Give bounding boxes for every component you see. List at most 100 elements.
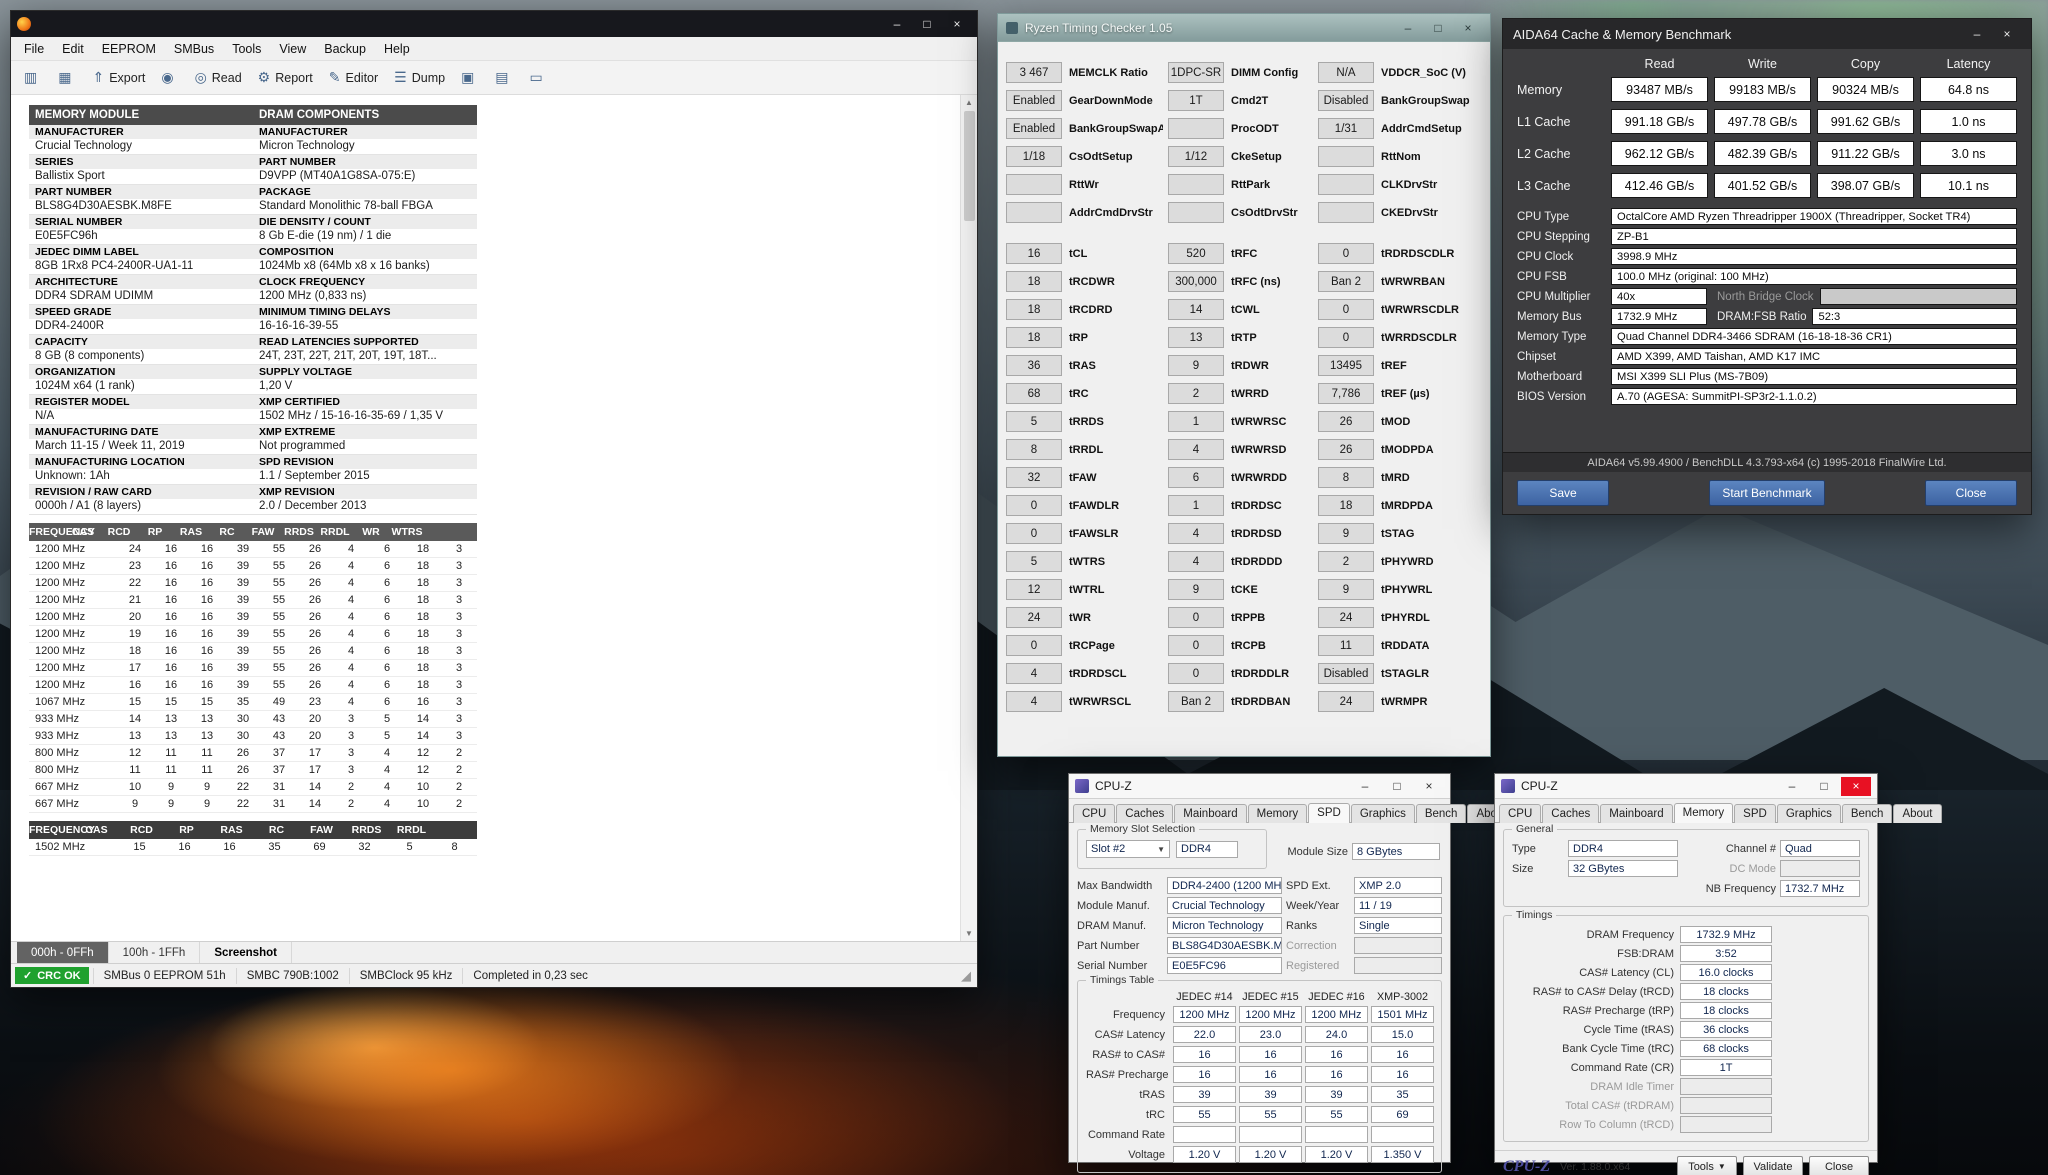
tab[interactable]: Memory (1674, 803, 1734, 823)
resize-grip[interactable]: ◢ (961, 968, 973, 984)
tab[interactable]: Caches (1116, 804, 1173, 823)
tab[interactable]: Graphics (1351, 804, 1415, 823)
timing-value (1680, 1097, 1772, 1114)
menu-item[interactable]: Tools (223, 39, 270, 59)
aida-titlebar[interactable]: AIDA64 Cache & Memory Benchmark – × (1503, 19, 2031, 49)
maximize-button[interactable]: □ (1424, 19, 1452, 37)
tab[interactable]: CPU (1499, 804, 1541, 823)
minimize-button[interactable]: – (883, 15, 911, 33)
close-button[interactable]: × (1454, 19, 1482, 37)
timing-column-header: JEDEC #15 (1239, 991, 1302, 1003)
timing-label: tRPPB (1229, 612, 1313, 624)
slot-select-dropdown[interactable]: Slot #2 ▼ (1086, 840, 1170, 858)
toolbar-button[interactable]: ⚙ Report (251, 65, 320, 90)
toolbar-button[interactable]: ▤ (488, 65, 520, 90)
rtc-titlebar[interactable]: Ryzen Timing Checker 1.05 – □ × (998, 14, 1490, 42)
property-value: 1024M x64 (1 rank) (29, 379, 253, 394)
toolbar-label: Editor (346, 71, 379, 85)
tab[interactable]: SPD (1308, 803, 1350, 823)
minimize-button[interactable]: – (1394, 19, 1422, 37)
maximize-button[interactable]: □ (913, 15, 941, 33)
close-button[interactable]: Close (1809, 1156, 1869, 1175)
maximize-button[interactable]: □ (1809, 777, 1839, 796)
timing-label: RAS# to CAS# Delay (tRCD) (1512, 986, 1680, 998)
menu-item[interactable]: SMBus (165, 39, 223, 59)
toolbar-icon: ⚙ (258, 69, 271, 86)
tab[interactable]: About (1893, 804, 1941, 823)
toolbar-button[interactable]: ▥ (17, 65, 49, 90)
close-button[interactable]: × (1993, 25, 2021, 43)
view-tab[interactable]: 100h - 1FFh (109, 942, 201, 963)
tools-button[interactable]: Tools ▼ (1677, 1156, 1737, 1175)
toolbar-button[interactable]: ▣ (454, 65, 486, 90)
timing-column-header: JEDEC #16 (1305, 991, 1368, 1003)
xmp-frequency-table: FREQUENCYCASRCDRPRASRCFAWRRDSRRDL 1502 M… (29, 821, 477, 856)
menu-item[interactable]: Help (375, 39, 419, 59)
timing-value: 0 (1006, 523, 1062, 544)
timing-label: tFAWDLR (1067, 500, 1163, 512)
minimize-button[interactable]: – (1963, 25, 1991, 43)
view-tab[interactable]: Screenshot (200, 942, 292, 963)
menu-item[interactable]: File (15, 39, 53, 59)
minimize-button[interactable]: – (1350, 777, 1380, 796)
tab[interactable]: Caches (1542, 804, 1599, 823)
scrollbar[interactable]: ▲ ▼ (960, 95, 977, 941)
save-button[interactable]: Save (1517, 480, 1609, 506)
close-button[interactable]: × (1841, 777, 1871, 796)
timing-row-label: Frequency (1086, 1009, 1170, 1021)
tab[interactable]: Mainboard (1600, 804, 1672, 823)
correction-label: Correction (1286, 940, 1350, 952)
cpuz-titlebar[interactable]: CPU-Z – □ × (1495, 774, 1877, 799)
benchmark-value: 497.78 GB/s (1714, 109, 1811, 134)
scroll-thumb[interactable] (964, 111, 975, 221)
minimize-button[interactable]: – (1777, 777, 1807, 796)
tab[interactable]: Mainboard (1174, 804, 1246, 823)
toolbar-button[interactable]: ☰ Dump (387, 65, 452, 90)
window-title: Ryzen Timing Checker 1.05 (1025, 21, 1172, 35)
menu-item[interactable]: Edit (53, 39, 93, 59)
benchmark-row-label: L2 Cache (1517, 147, 1605, 161)
close-button[interactable]: Close (1925, 480, 2017, 506)
tab[interactable]: SPD (1734, 804, 1776, 823)
toolbar-button[interactable]: ⇑ Export (85, 65, 152, 90)
scroll-down-icon[interactable]: ▼ (965, 929, 973, 938)
timing-value: 18 (1318, 495, 1374, 516)
toolbar-button[interactable]: ✎ Editor (322, 65, 385, 90)
tab[interactable]: Bench (1842, 804, 1893, 823)
tab[interactable]: CPU (1073, 804, 1115, 823)
scroll-up-icon[interactable]: ▲ (965, 98, 973, 107)
toolbar-button[interactable]: ▭ (523, 65, 555, 90)
timing-value: 12 (1006, 579, 1062, 600)
validate-button[interactable]: Validate (1743, 1156, 1803, 1175)
system-info-row: CPU FSB 100.0 MHz (original: 100 MHz) (1517, 268, 2017, 285)
timing-value: 9 (1318, 523, 1374, 544)
menu-item[interactable]: Backup (315, 39, 375, 59)
tab[interactable]: Memory (1248, 804, 1308, 823)
system-info-row: CPU Type OctalCore AMD Ryzen Threadrippe… (1517, 208, 2017, 225)
timing-row: RAS# Precharge 16 16 16 16 (1086, 1066, 1433, 1083)
timing-value: 16 (1239, 1066, 1302, 1083)
maximize-button[interactable]: □ (1382, 777, 1412, 796)
property-label: CLOCK FREQUENCY (253, 275, 477, 289)
timing-label: tRDWR (1229, 360, 1313, 372)
info-value: Quad Channel DDR4-3466 SDRAM (16-18-18-3… (1611, 328, 2017, 345)
system-info-row: CPU Clock 3998.9 MHz (1517, 248, 2017, 265)
view-tab[interactable]: 000h - 0FFh (17, 942, 109, 963)
benchmark-row: L3 Cache 412.46 GB/s 401.52 GB/s 398.07 … (1517, 173, 2017, 198)
close-button[interactable]: × (943, 15, 971, 33)
start-benchmark-button[interactable]: Start Benchmark (1709, 480, 1824, 506)
menu-item[interactable]: EEPROM (93, 39, 165, 59)
tab[interactable]: Bench (1416, 804, 1467, 823)
column-header: FREQUENCY (29, 821, 74, 839)
timing-value: 1.20 V (1239, 1146, 1302, 1163)
thaiphoon-titlebar[interactable]: – □ × (11, 11, 977, 37)
close-button[interactable]: × (1414, 777, 1444, 796)
timing-value: 18 clocks (1680, 1002, 1772, 1019)
toolbar-button[interactable]: ◎ Read (188, 65, 249, 90)
toolbar-button[interactable]: ▦ (51, 65, 83, 90)
table-row: 1502 MHz 15 16 16 35 69 32 5 8 (29, 839, 477, 856)
tab[interactable]: Graphics (1777, 804, 1841, 823)
cpuz-titlebar[interactable]: CPU-Z – □ × (1069, 774, 1450, 799)
toolbar-button[interactable]: ◉ (154, 65, 185, 90)
menu-item[interactable]: View (270, 39, 315, 59)
